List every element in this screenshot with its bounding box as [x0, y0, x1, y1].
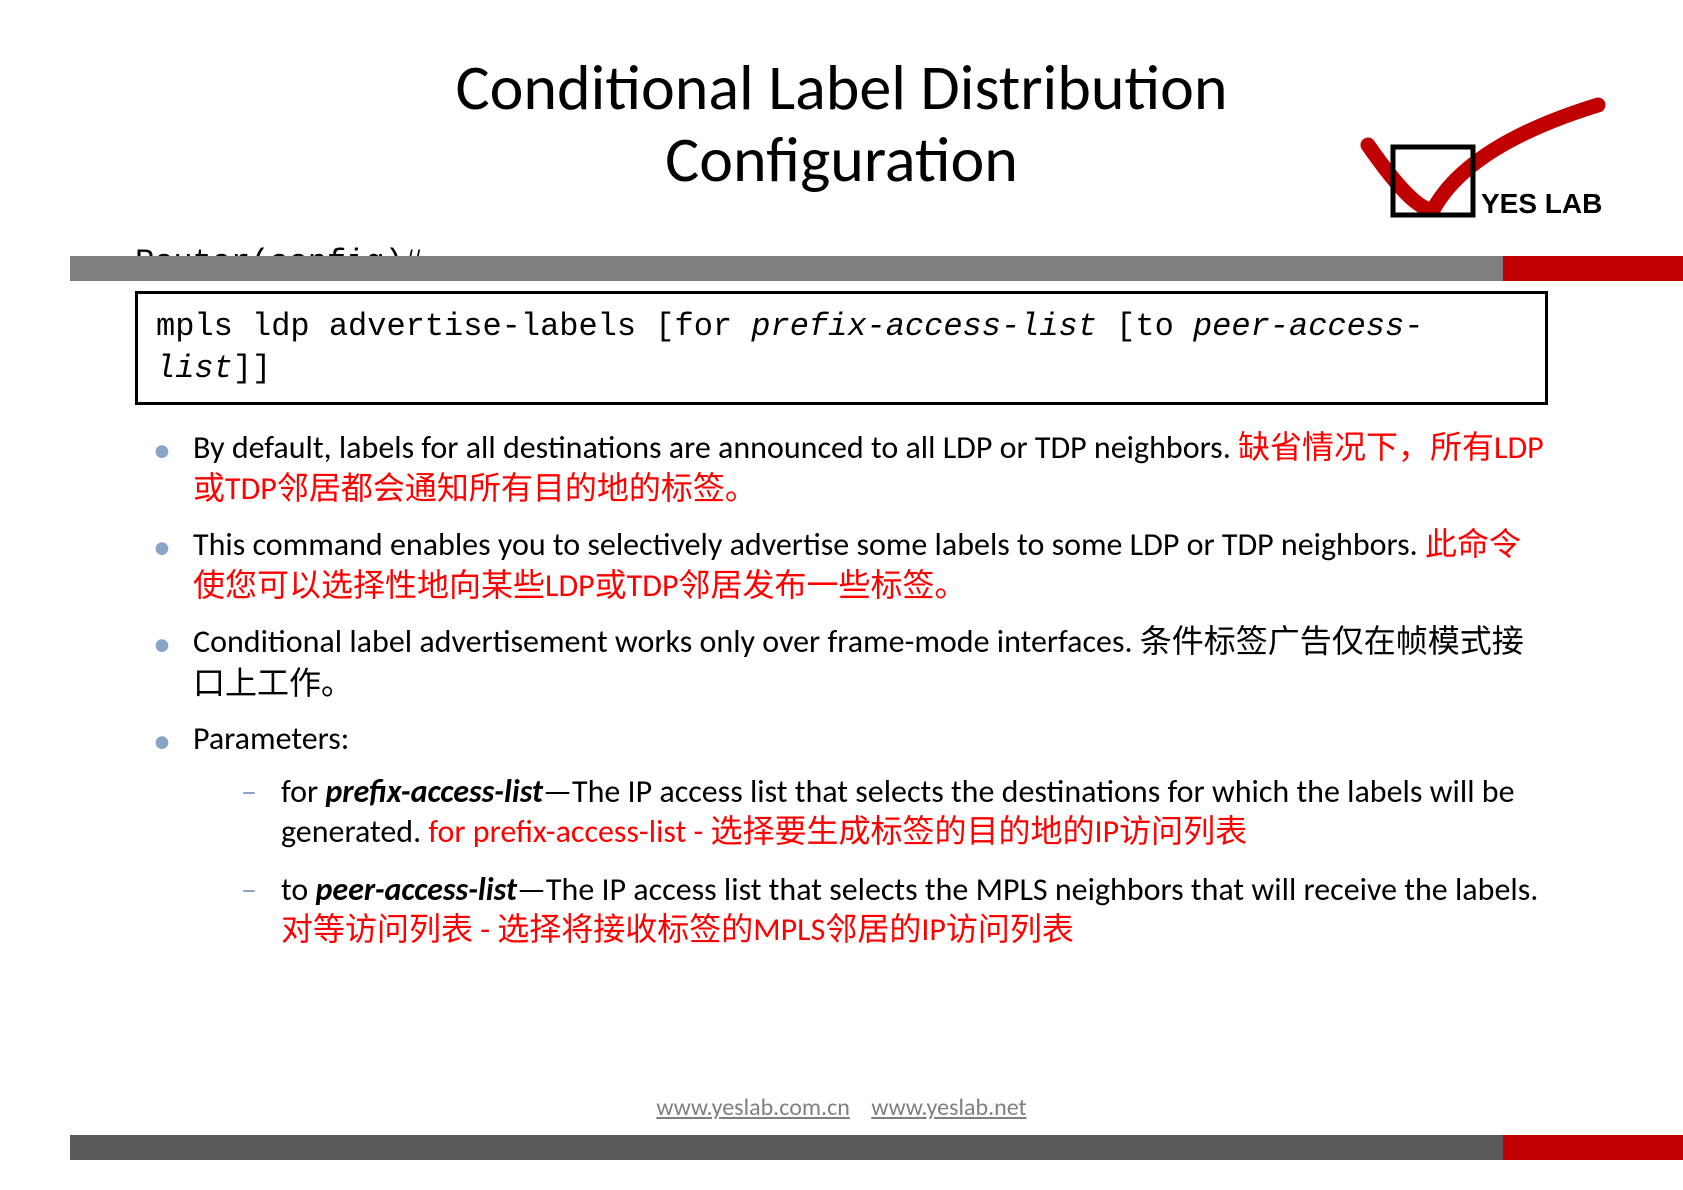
param-1-for: for [281, 772, 325, 811]
param-list: for prefix-access-list —The IP access lis… [193, 772, 1548, 950]
footer-link-2[interactable]: www.yeslab.net [871, 1093, 1026, 1122]
param-2: to peer-access-list—The IP access list t… [241, 870, 1548, 950]
cmd-mid: [to [1097, 308, 1193, 345]
content-area: Router(config)# mpls ldp advertise-label… [0, 214, 1683, 949]
bullet-3: Conditional label advertisement works on… [153, 621, 1548, 704]
cmd-suffix: ]] [233, 350, 271, 387]
param-2-desc: —The IP access list that selects the MPL… [517, 870, 1538, 909]
param-1-zh: for prefix-access-list - 选择要生成标签的目的地的IP访… [428, 812, 1247, 851]
bullet-2-en: This command enables you to selectively … [193, 525, 1425, 564]
bullet-1: By default, labels for all destinations … [153, 427, 1548, 510]
command-box: mpls ldp advertise-labels [for prefix-ac… [135, 291, 1548, 404]
cmd-arg1: prefix-access-list [751, 308, 1097, 345]
footer-bar-gray [70, 1135, 1503, 1160]
footer-bar-red [1503, 1135, 1683, 1160]
param-1-name: prefix-access-list [325, 772, 543, 811]
header-bar [70, 256, 1683, 281]
cmd-prefix: mpls ldp advertise-labels [for [156, 308, 751, 345]
bullet-2: This command enables you to selectively … [153, 524, 1548, 607]
param-2-to: to [281, 870, 316, 909]
header-bar-gray [70, 256, 1503, 281]
footer-link-1[interactable]: www.yeslab.com.cn [656, 1093, 849, 1122]
bullet-3-en: Conditional label advertisement works on… [193, 622, 1140, 661]
bullet-4-text: Parameters: [193, 719, 349, 758]
footer-links: www.yeslab.com.cn www.yeslab.net [0, 1093, 1683, 1122]
bullet-1-en: By default, labels for all destinations … [193, 428, 1238, 467]
param-1: for prefix-access-list—The IP access lis… [241, 772, 1548, 852]
header-bar-red [1503, 256, 1683, 281]
logo-svg: YES LAB [1338, 95, 1613, 225]
logo-text: YES LAB [1481, 188, 1602, 219]
slide: Conditional Label Distribution Configura… [0, 0, 1683, 1190]
bullet-list: By default, labels for all destinations … [135, 427, 1548, 950]
yeslab-logo: YES LAB [1338, 95, 1613, 225]
bullet-4: Parameters: for prefix-access-list —The I… [153, 718, 1548, 950]
footer-bar [70, 1135, 1683, 1160]
param-2-zh: 对等访问列表 - 选择将接收标签的MPLS邻居的IP访问列表 [281, 910, 1074, 949]
param-2-name: peer-access-list [316, 870, 517, 909]
